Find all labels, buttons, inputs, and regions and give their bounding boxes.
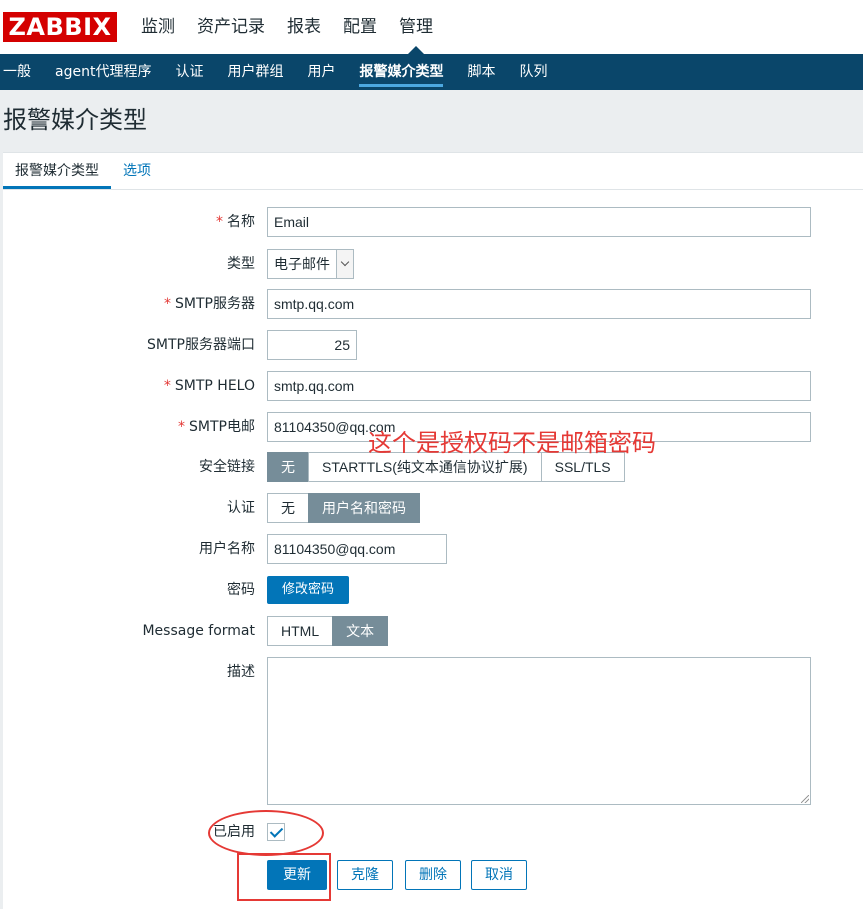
security-label: 安全链接 — [199, 459, 255, 475]
form-actions: 更新 克隆 删除 取消 — [0, 860, 860, 890]
sub-menu-proxies[interactable]: agent代理程序 — [43, 54, 163, 90]
main-menu: 监测 资产记录 报表 配置 管理 — [130, 0, 444, 54]
top-header: ZABBIX 监测 资产记录 报表 配置 管理 — [0, 0, 863, 54]
message-format-option-html[interactable]: HTML — [267, 616, 334, 646]
sub-menu-general[interactable]: 一般 — [0, 54, 43, 90]
sub-menu-queue[interactable]: 队列 — [507, 54, 559, 90]
row-description: 描述 — [0, 657, 860, 805]
enabled-label: 已启用 — [213, 824, 255, 840]
main-menu-inventory[interactable]: 资产记录 — [186, 0, 276, 54]
auth-label: 认证 — [227, 500, 255, 516]
sub-menu-user-groups[interactable]: 用户群组 — [215, 54, 295, 90]
cancel-button[interactable]: 取消 — [471, 860, 527, 890]
description-label: 描述 — [227, 664, 255, 680]
type-label: 类型 — [227, 256, 255, 272]
change-password-button[interactable]: 修改密码 — [267, 576, 350, 604]
auth-option-none[interactable]: 无 — [267, 493, 309, 523]
sub-menu-users[interactable]: 用户 — [295, 54, 347, 90]
smtp-port-input[interactable]: 25 — [267, 330, 357, 360]
zabbix-logo[interactable]: ZABBIX — [3, 12, 117, 42]
sub-menu: 一般 agent代理程序 认证 用户群组 用户 报警媒介类型 脚本 队列 — [0, 54, 863, 90]
delete-button[interactable]: 删除 — [405, 860, 461, 890]
row-smtp-port: SMTP服务器端口 25 — [0, 330, 860, 360]
row-smtp-helo: * SMTP HELO smtp.qq.com — [0, 371, 860, 401]
description-textarea[interactable] — [267, 657, 811, 805]
row-auth: 认证 无 用户名和密码 — [0, 493, 860, 523]
smtp-port-label: SMTP服务器端口 — [147, 337, 255, 353]
username-input[interactable]: 81104350@qq.com — [267, 534, 447, 564]
enabled-checkbox[interactable] — [267, 823, 285, 841]
tab-media-type[interactable]: 报警媒介类型 — [3, 153, 111, 189]
security-option-none[interactable]: 无 — [267, 452, 309, 482]
smtp-email-label: * SMTP电邮 — [178, 419, 255, 435]
type-select[interactable]: 电子邮件 — [267, 249, 354, 279]
auth-option-username-password[interactable]: 用户名和密码 — [308, 493, 420, 523]
message-format-option-text[interactable]: 文本 — [332, 616, 389, 646]
row-password: 密码 修改密码 — [0, 575, 860, 605]
row-name: * 名称 Email — [0, 207, 860, 237]
sub-menu-media-types[interactable]: 报警媒介类型 — [347, 54, 455, 90]
smtp-server-label: * SMTP服务器 — [164, 296, 255, 312]
row-enabled: 已启用 — [0, 817, 860, 847]
smtp-server-input[interactable]: smtp.qq.com — [267, 289, 811, 319]
clone-button[interactable]: 克隆 — [337, 860, 393, 890]
password-label: 密码 — [227, 582, 255, 598]
smtp-helo-label: * SMTP HELO — [163, 378, 255, 394]
chevron-down-icon — [336, 250, 353, 278]
main-menu-configuration[interactable]: 配置 — [332, 0, 388, 54]
row-smtp-server: * SMTP服务器 smtp.qq.com — [0, 289, 860, 319]
sub-menu-bar: 一般 agent代理程序 认证 用户群组 用户 报警媒介类型 脚本 队列 — [0, 54, 863, 90]
main-menu-reports[interactable]: 报表 — [276, 0, 332, 54]
name-label: * 名称 — [216, 214, 255, 230]
resize-grip-icon[interactable] — [801, 795, 809, 803]
page-title: 报警媒介类型 — [3, 106, 147, 134]
tab-bar: 报警媒介类型 选项 — [3, 153, 863, 190]
annotation-text: 这个是授权码不是邮箱密码 — [368, 429, 656, 457]
main-menu-monitoring[interactable]: 监测 — [130, 0, 186, 54]
auth-segmented-control: 无 用户名和密码 — [267, 493, 420, 523]
row-username: 用户名称 81104350@qq.com — [0, 534, 860, 564]
update-button[interactable]: 更新 — [267, 860, 327, 890]
smtp-helo-input[interactable]: smtp.qq.com — [267, 371, 811, 401]
message-format-segmented-control: HTML 文本 — [267, 616, 389, 646]
sub-menu-authentication[interactable]: 认证 — [163, 54, 215, 90]
sub-menu-scripts[interactable]: 脚本 — [455, 54, 507, 90]
row-message-format: Message format HTML 文本 — [0, 616, 860, 646]
name-input[interactable]: Email — [267, 207, 811, 237]
row-type: 类型 电子邮件 — [0, 249, 860, 279]
tab-options[interactable]: 选项 — [111, 153, 163, 189]
main-menu-administration[interactable]: 管理 — [388, 0, 444, 54]
username-label: 用户名称 — [199, 541, 255, 557]
message-format-label: Message format — [142, 623, 255, 639]
